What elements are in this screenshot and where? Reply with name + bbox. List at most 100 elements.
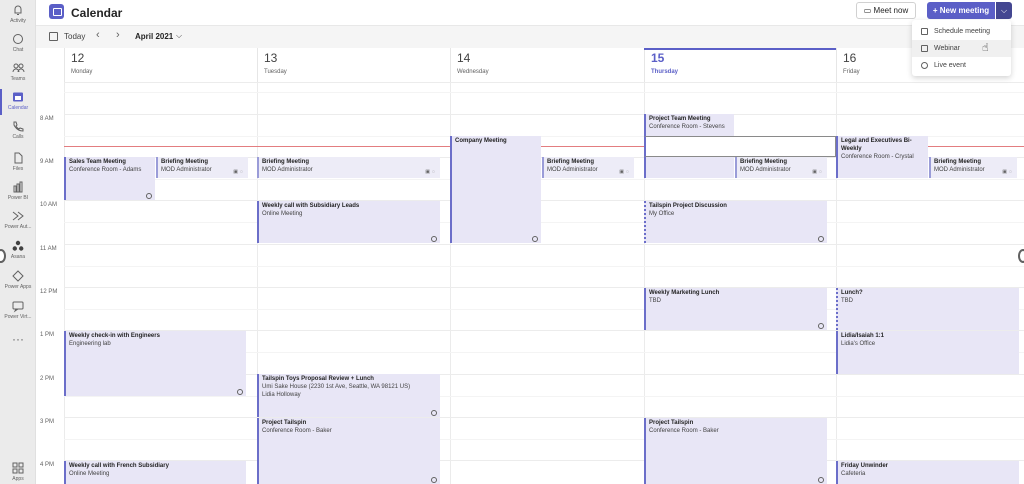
hour-line (64, 244, 1024, 245)
calendar-icon (13, 92, 23, 102)
event-card[interactable]: Lidia/Isaiah 1:1 Lidia's Office (836, 331, 1019, 374)
event-card[interactable]: Tailspin Toys Proposal Review + Lunch Um… (257, 374, 440, 417)
phone-icon (13, 121, 24, 132)
previous-week-chevron-icon[interactable]: ‹ (96, 29, 100, 41)
event-card[interactable]: Weekly call with French Subsidiary Onlin… (64, 461, 246, 484)
column-divider (64, 82, 65, 484)
new-event-placeholder[interactable] (644, 136, 836, 157)
rail-power-bi[interactable]: Power BI (0, 177, 36, 209)
sync-icon (431, 236, 437, 242)
event-icons: ▣◌ (425, 169, 437, 175)
sync-icon (237, 389, 243, 395)
hour-label: 10 AM (40, 202, 58, 208)
rail-calls[interactable]: Calls (0, 116, 36, 148)
sync-icon (146, 193, 152, 199)
new-meeting-button[interactable]: + New meeting (927, 2, 995, 19)
event-card[interactable]: Weekly Marketing Lunch TBD (644, 288, 827, 330)
rail-teams[interactable]: Teams (0, 58, 36, 90)
event-card[interactable]: Sales Team Meeting Conference Room - Ada… (64, 157, 155, 200)
day-header-tuesday[interactable]: 13 Tuesday (257, 48, 450, 82)
sync-icon (818, 477, 824, 483)
rail-chat[interactable]: Chat (0, 29, 36, 61)
today-button[interactable]: Today (64, 32, 85, 41)
half-hour-line (64, 266, 1024, 267)
next-week-chevron-icon[interactable]: › (116, 29, 120, 41)
sync-icon (818, 323, 824, 329)
day-header-wednesday[interactable]: 14 Wednesday (450, 48, 644, 82)
schedule-meeting-menu-item[interactable]: Schedule meeting (912, 23, 1011, 40)
sync-icon (818, 236, 824, 242)
event-card[interactable]: Friday Unwinder Cafeteria (836, 461, 1019, 484)
rail-calendar[interactable]: Calendar (0, 87, 36, 119)
app-rail: Activity Chat Teams Calendar Calls Files… (0, 0, 36, 484)
hour-label: 3 PM (40, 419, 55, 425)
rail-activity[interactable]: Activity (0, 0, 36, 32)
event-icons: ▣◌ (1002, 169, 1014, 175)
half-hour-line (64, 179, 1024, 180)
teams-icon (12, 63, 25, 73)
apps-icon (12, 462, 24, 474)
event-icons: ▣◌ (233, 169, 245, 175)
hour-label: 2 PM (40, 376, 55, 382)
hand-cursor-icon: ☝ (982, 42, 989, 54)
event-card[interactable]: Tailspin Project Discussion My Office (644, 201, 827, 243)
event-card[interactable]: Briefing Meeting MOD Administrator ▣◌ (735, 157, 827, 178)
day-header-monday[interactable]: 12 Monday (64, 48, 257, 82)
half-hour-line (64, 396, 1024, 397)
new-meeting-dropdown: Schedule meeting Webinar Live event (912, 20, 1011, 76)
half-hour-line (64, 222, 1024, 223)
file-icon (14, 152, 23, 164)
rail-files[interactable]: Files (0, 148, 36, 180)
live-event-menu-item[interactable]: Live event (912, 57, 1011, 74)
event-card[interactable]: Briefing Meeting MOD Administrator ▣◌ (542, 157, 634, 178)
event-card[interactable]: Project Tailspin Conference Room - Baker (644, 418, 827, 484)
event-card[interactable]: Briefing Meeting MOD Administrator ▣◌ (257, 157, 440, 178)
month-chevron-down-icon[interactable]: ⌵ (176, 31, 182, 41)
rail-apps[interactable]: Apps (0, 458, 36, 484)
webinar-menu-item[interactable]: Webinar (912, 40, 1011, 57)
hour-label: 12 PM (40, 289, 58, 295)
calendar-icon (921, 28, 928, 35)
half-hour-line (64, 92, 1024, 93)
power-apps-icon (12, 270, 24, 282)
hour-line (64, 417, 1024, 418)
today-indicator (644, 48, 836, 50)
sync-icon (431, 477, 437, 483)
event-card[interactable]: Legal and Executives Bi-Weekly Conferenc… (836, 136, 928, 178)
hour-label: 4 PM (40, 462, 55, 468)
hour-label: 1 PM (40, 332, 55, 338)
hour-line (64, 82, 1024, 83)
rail-power-virtual-agents[interactable]: Power Virt... (0, 296, 36, 328)
half-hour-line (64, 439, 1024, 440)
rail-power-apps[interactable]: Power Apps (0, 266, 36, 298)
power-bi-icon (13, 181, 23, 193)
meet-now-button[interactable]: ▭ Meet now (856, 2, 916, 19)
video-icon: ▭ (863, 6, 874, 15)
event-icons: ▣◌ (812, 169, 824, 175)
event-icons: ▣◌ (619, 169, 631, 175)
event-card[interactable]: Weekly call with Subsidiary Leads Online… (257, 201, 440, 243)
event-card[interactable]: Briefing Meeting MOD Administrator ▣◌ (929, 157, 1017, 178)
asana-icon (12, 240, 24, 251)
webinar-icon (921, 45, 928, 52)
power-virtual-agents-icon (12, 301, 24, 313)
more-apps-icon[interactable]: ··· (0, 332, 36, 346)
sync-icon (532, 236, 538, 242)
rail-power-automate[interactable]: Power Aut... (0, 206, 36, 238)
month-picker[interactable]: April 2021 (135, 32, 173, 41)
new-meeting-chevron-down-icon[interactable]: ⌵ (996, 2, 1012, 19)
bell-icon (14, 5, 22, 15)
chat-icon (13, 34, 23, 44)
event-card[interactable]: Lunch? TBD (836, 288, 1019, 330)
hour-label: 9 AM (40, 159, 54, 165)
event-card[interactable]: Weekly check-in with Engineers Engineeri… (64, 331, 246, 396)
calendar-toolbar: Today ‹ › April 2021 ⌵ (36, 26, 1024, 48)
app-header: Calendar ▭ Meet now + New meeting ⌵ (36, 0, 1024, 26)
event-card[interactable]: Briefing Meeting MOD Administrator ▣◌ (156, 157, 248, 178)
event-card[interactable]: Company Meeting (450, 136, 541, 243)
event-card[interactable]: Project Tailspin Conference Room - Baker (257, 418, 440, 484)
right-scroll-handle[interactable] (1018, 249, 1024, 263)
today-calendar-icon (49, 32, 58, 41)
day-header-thursday[interactable]: 15 Thursday (644, 48, 836, 82)
hour-line (64, 200, 1024, 201)
